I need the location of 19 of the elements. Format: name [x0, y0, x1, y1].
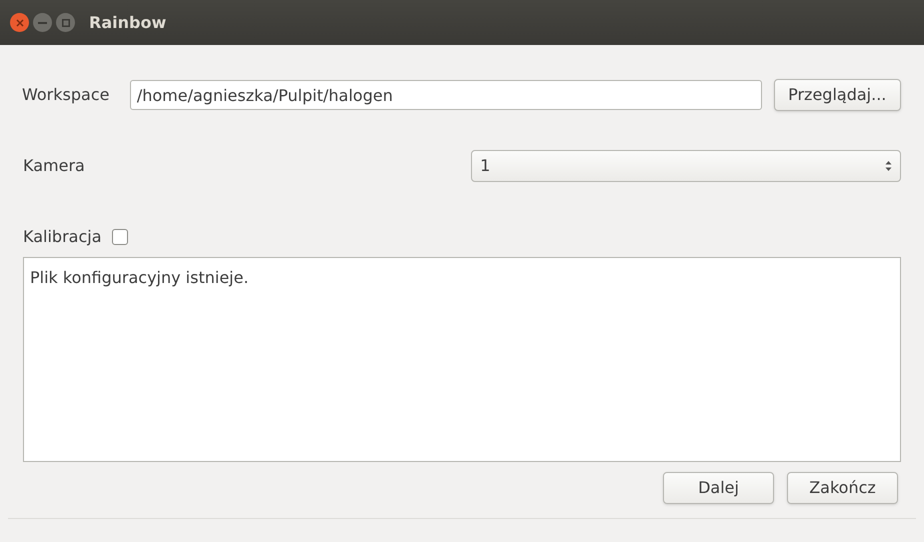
finish-button[interactable]: Zakończ	[787, 472, 898, 504]
log-text: Plik konfiguracyjny istnieje.	[30, 268, 249, 287]
workspace-field[interactable]: /home/agnieszka/Pulpit/halogen	[130, 80, 762, 110]
calibration-checkbox[interactable]	[112, 229, 128, 245]
window-title: Rainbow	[89, 12, 166, 34]
maximize-icon	[62, 18, 70, 26]
close-button[interactable]	[10, 13, 29, 32]
spinner-arrows-icon	[885, 160, 892, 172]
close-icon	[16, 18, 24, 26]
camera-label: Kamera	[23, 155, 86, 177]
minimize-button[interactable]	[33, 13, 52, 32]
minimize-icon	[38, 22, 47, 24]
camera-dropdown[interactable]: 1	[471, 150, 901, 182]
browse-button[interactable]: Przeglądaj...	[774, 79, 901, 111]
log-text-area[interactable]: Plik konfiguracyjny istnieje.	[23, 257, 901, 462]
next-button[interactable]: Dalej	[663, 472, 774, 504]
maximize-button[interactable]	[56, 13, 75, 32]
calibration-label: Kalibracja	[23, 226, 102, 248]
workspace-label: Workspace	[22, 84, 110, 106]
